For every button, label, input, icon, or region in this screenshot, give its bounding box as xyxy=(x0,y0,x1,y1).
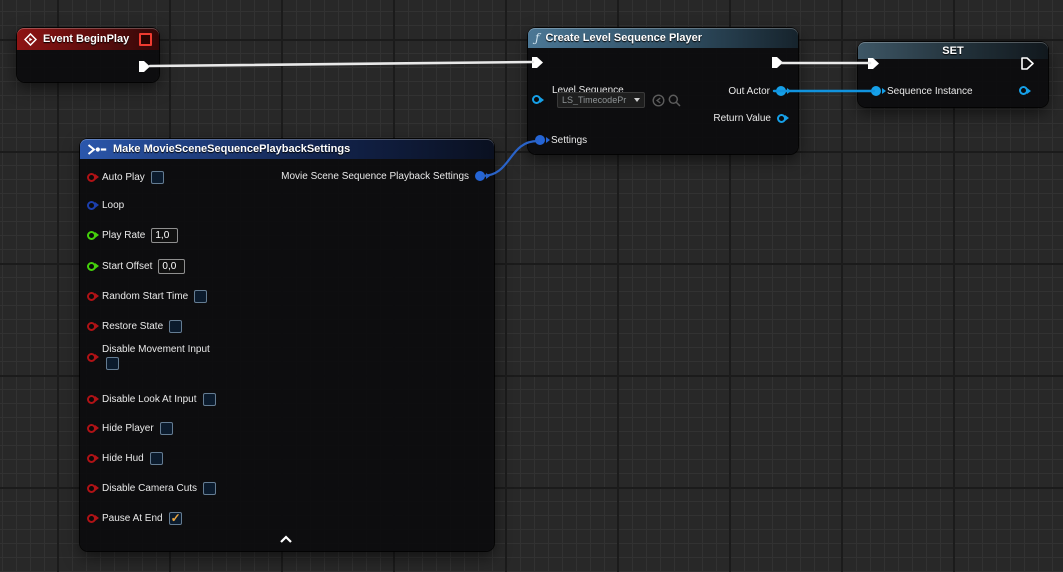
hide-player-pin[interactable] xyxy=(87,424,96,433)
hide-player-checkbox[interactable] xyxy=(160,422,173,435)
disable-movement-input-checkbox[interactable] xyxy=(106,357,119,370)
auto-play-label: Auto Play xyxy=(102,172,145,183)
pause-at-end-pin[interactable] xyxy=(87,514,96,523)
settings-pin-label: Settings xyxy=(551,135,587,146)
play-rate-input[interactable] xyxy=(151,228,178,243)
level-sequence-asset-value: LS_TimecodePr xyxy=(562,95,631,105)
hide-player-label: Hide Player xyxy=(102,423,154,434)
node-header[interactable]: Event BeginPlay xyxy=(17,28,159,50)
node-event-beginplay[interactable]: Event BeginPlay xyxy=(17,28,159,82)
level-sequence-pin[interactable] xyxy=(532,95,541,104)
loop-pin[interactable] xyxy=(87,201,96,210)
node-set-sequence-instance[interactable]: SET Sequence Instance xyxy=(858,42,1048,107)
disable-look-at-input-label: Disable Look At Input xyxy=(102,394,197,405)
start-offset-pin[interactable] xyxy=(87,262,96,271)
play-rate-pin[interactable] xyxy=(87,231,96,240)
return-value-pin-label: Return Value xyxy=(713,113,771,124)
auto-play-pin[interactable] xyxy=(87,173,96,182)
exec-out-pin[interactable] xyxy=(138,60,151,73)
sequence-instance-out-pin[interactable] xyxy=(1019,86,1028,95)
sequence-instance-pin-label: Sequence Instance xyxy=(887,86,973,97)
loop-label: Loop xyxy=(102,200,124,211)
pause-at-end-label: Pause At End xyxy=(102,513,163,524)
node-title: Create Level Sequence Player xyxy=(545,32,702,44)
restore-state-pin[interactable] xyxy=(87,322,96,331)
disable-camera-cuts-checkbox[interactable] xyxy=(203,482,216,495)
exec-out-pin[interactable] xyxy=(1021,57,1034,70)
node-header[interactable]: ƒ Create Level Sequence Player xyxy=(528,28,798,48)
pause-at-end-checkbox[interactable] xyxy=(169,512,182,525)
collapse-node-chevron-icon[interactable] xyxy=(279,535,293,544)
blueprint-graph-canvas[interactable]: Event BeginPlay ƒ Create Level Sequence … xyxy=(0,0,1063,572)
hide-hud-checkbox[interactable] xyxy=(150,452,163,465)
restore-state-checkbox[interactable] xyxy=(169,320,182,333)
disable-movement-input-label: Disable Movement Input xyxy=(102,344,210,355)
restore-state-label: Restore State xyxy=(102,321,163,332)
random-start-time-pin[interactable] xyxy=(87,292,96,301)
disable-movement-input-pin[interactable] xyxy=(87,353,96,362)
exec-in-pin[interactable] xyxy=(867,57,880,70)
play-rate-label: Play Rate xyxy=(102,230,145,241)
disable-movement-input-row: Disable Movement Input xyxy=(87,344,210,370)
node-title: Event BeginPlay xyxy=(43,33,129,45)
start-offset-input[interactable] xyxy=(158,259,185,274)
out-actor-pin-label: Out Actor xyxy=(728,86,770,97)
disable-camera-cuts-pin[interactable] xyxy=(87,484,96,493)
hide-hud-pin[interactable] xyxy=(87,454,96,463)
node-header[interactable]: Make MovieSceneSequencePlaybackSettings xyxy=(80,139,494,159)
start-offset-label: Start Offset xyxy=(102,261,152,272)
settings-pin[interactable] xyxy=(535,135,545,145)
level-sequence-asset-dropdown[interactable]: LS_TimecodePr xyxy=(557,92,645,108)
return-value-pin[interactable] xyxy=(777,114,786,123)
chevron-down-icon xyxy=(634,98,640,102)
playback-settings-out-label: Movie Scene Sequence Playback Settings xyxy=(281,171,469,182)
random-start-time-checkbox[interactable] xyxy=(194,290,207,303)
node-title: SET xyxy=(942,45,963,57)
auto-play-checkbox[interactable] xyxy=(151,171,164,184)
event-pulse-icon xyxy=(139,33,152,46)
use-selected-asset-icon[interactable] xyxy=(652,94,665,107)
out-actor-pin[interactable] xyxy=(776,86,786,96)
make-struct-icon xyxy=(87,143,107,156)
event-icon xyxy=(24,33,37,46)
hide-hud-label: Hide Hud xyxy=(102,453,144,464)
playback-settings-out-pin[interactable] xyxy=(475,171,485,181)
exec-out-pin[interactable] xyxy=(771,56,784,69)
disable-camera-cuts-label: Disable Camera Cuts xyxy=(102,483,197,494)
node-header[interactable]: SET xyxy=(858,42,1048,59)
random-start-time-label: Random Start Time xyxy=(102,291,188,302)
node-title: Make MovieSceneSequencePlaybackSettings xyxy=(113,143,350,155)
browse-asset-icon[interactable] xyxy=(668,94,681,107)
disable-look-at-input-pin[interactable] xyxy=(87,395,96,404)
function-icon: ƒ xyxy=(535,32,539,44)
sequence-instance-in-pin[interactable] xyxy=(871,86,881,96)
disable-look-at-input-checkbox[interactable] xyxy=(203,393,216,406)
exec-in-pin[interactable] xyxy=(531,56,544,69)
wire-exec-beginplay-to-create[interactable] xyxy=(150,62,533,66)
node-make-playback-settings[interactable]: Make MovieSceneSequencePlaybackSettings … xyxy=(80,139,494,551)
node-create-level-sequence-player[interactable]: ƒ Create Level Sequence Player Level Seq… xyxy=(528,28,798,154)
